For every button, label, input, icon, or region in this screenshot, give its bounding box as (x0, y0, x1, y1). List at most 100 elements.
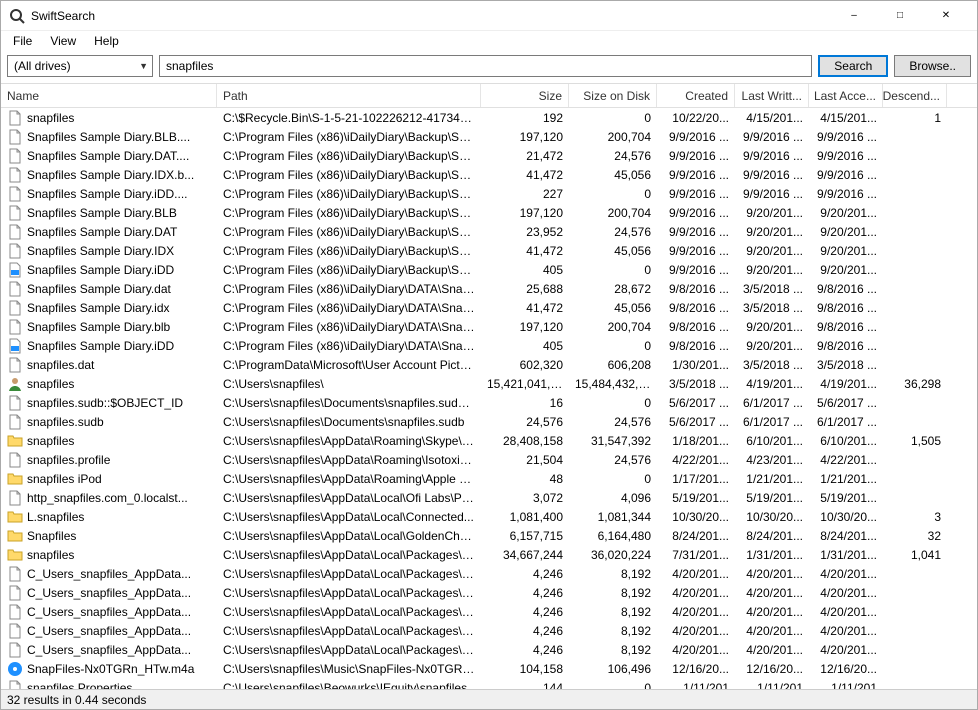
table-row[interactable]: C_Users_snapfiles_AppData...C:\Users\sna… (1, 602, 977, 621)
table-row[interactable]: http_snapfiles.com_0.localst...C:\Users\… (1, 488, 977, 507)
file-icon (7, 604, 23, 620)
table-row[interactable]: Snapfiles Sample Diary.BLBC:\Program Fil… (1, 203, 977, 222)
cell-written: 9/9/2016 ... (735, 149, 809, 163)
idd-icon (7, 262, 23, 278)
cell-accessed: 5/6/2017 ... (809, 396, 883, 410)
table-row[interactable]: Snapfiles Sample Diary.DAT....C:\Program… (1, 146, 977, 165)
table-row[interactable]: snapfiles.sudbC:\Users\snapfiles\Documen… (1, 412, 977, 431)
cell-descendants: 1 (883, 111, 947, 125)
table-row[interactable]: snapfilesC:\Users\snapfiles\15,421,041,4… (1, 374, 977, 393)
cell-created: 9/8/2016 ... (657, 301, 735, 315)
table-row[interactable]: C_Users_snapfiles_AppData...C:\Users\sna… (1, 564, 977, 583)
col-created[interactable]: Created (657, 84, 735, 107)
cell-written: 4/20/201... (735, 605, 809, 619)
cell-size-on-disk: 200,704 (569, 320, 657, 334)
table-row[interactable]: Snapfiles Sample Diary.iDD....C:\Program… (1, 184, 977, 203)
cell-path: C:\Program Files (x86)\iDailyDiary\DATA\… (217, 301, 481, 315)
cell-name: C_Users_snapfiles_AppData... (1, 623, 217, 639)
cell-path: C:\Program Files (x86)\iDailyDiary\Backu… (217, 263, 481, 277)
close-button[interactable]: ✕ (923, 1, 969, 31)
maximize-button[interactable]: □ (877, 1, 923, 31)
table-row[interactable]: C_Users_snapfiles_AppData... C:\Users\sna… (1, 621, 977, 640)
file-name-label: C_Users_snapfiles_AppData... (27, 624, 191, 638)
table-row[interactable]: snapfiles.PropertiesC:\Users\snapfiles\B… (1, 678, 977, 689)
table-row[interactable]: Snapfiles Sample Diary.BLB....C:\Program… (1, 127, 977, 146)
table-row[interactable]: snapfiles.sudb::$OBJECT_IDC:\Users\snapf… (1, 393, 977, 412)
minimize-button[interactable]: – (831, 1, 877, 31)
col-last-written[interactable]: Last Writt... (735, 84, 809, 107)
menu-view[interactable]: View (42, 32, 84, 50)
col-size[interactable]: Size (481, 84, 569, 107)
menu-help[interactable]: Help (86, 32, 127, 50)
folder-icon (7, 471, 23, 487)
table-row[interactable]: C_Users_snapfiles_AppData...C:\Users\sna… (1, 583, 977, 602)
col-path[interactable]: Path (217, 84, 481, 107)
table-row[interactable]: L.snapfilesC:\Users\snapfiles\AppData\Lo… (1, 507, 977, 526)
cell-created: 1/17/201... (657, 472, 735, 486)
cell-accessed: 9/9/2016 ... (809, 149, 883, 163)
grid-body[interactable]: snapfilesC:\$Recycle.Bin\S-1-5-21-102226… (1, 108, 977, 689)
table-row[interactable]: SnapfilesC:\Users\snapfiles\AppData\Loca… (1, 526, 977, 545)
cell-path: C:\Program Files (x86)\iDailyDiary\DATA\… (217, 282, 481, 296)
drive-select[interactable]: (All drives) ▼ (7, 55, 153, 77)
table-row[interactable]: Snapfiles Sample Diary.DATC:\Program Fil… (1, 222, 977, 241)
browse-button[interactable]: Browse.. (894, 55, 971, 77)
table-row[interactable]: snapfiles.profileC:\Users\snapfiles\AppD… (1, 450, 977, 469)
table-row[interactable]: Snapfiles Sample Diary.IDX.b...C:\Progra… (1, 165, 977, 184)
cell-created: 1/18/201... (657, 434, 735, 448)
col-name[interactable]: Name (1, 84, 217, 107)
table-row[interactable]: Snapfiles Sample Diary.iDD C:\Program Fil… (1, 260, 977, 279)
file-name-label: C_Users_snapfiles_AppData... (27, 643, 191, 657)
cell-written: 5/19/201... (735, 491, 809, 505)
cell-accessed: 9/8/2016 ... (809, 282, 883, 296)
cell-size-on-disk: 15,484,432,384 (569, 377, 657, 391)
table-row[interactable]: snapfiles.datC:\ProgramData\Microsoft\Us… (1, 355, 977, 374)
file-name-label: Snapfiles Sample Diary.iDD (27, 263, 174, 277)
cell-name: Snapfiles Sample Diary.idx (1, 300, 217, 316)
table-row[interactable]: C_Users_snapfiles_AppData...C:\Users\sna… (1, 640, 977, 659)
cell-name: Snapfiles Sample Diary.DAT (1, 224, 217, 240)
user-icon (7, 376, 23, 392)
cell-size-on-disk: 8,192 (569, 624, 657, 638)
table-row[interactable]: Snapfiles Sample Diary.datC:\Program Fil… (1, 279, 977, 298)
file-icon (7, 566, 23, 582)
cell-created: 5/6/2017 ... (657, 415, 735, 429)
table-row[interactable]: Snapfiles Sample Diary.blbC:\Program Fil… (1, 317, 977, 336)
cell-path: C:\Users\snapfiles\AppData\Roaming\Apple… (217, 472, 481, 486)
table-row[interactable]: SnapFiles-Nx0TGRn_HTw.m4aC:\Users\snapfi… (1, 659, 977, 678)
cell-name: C_Users_snapfiles_AppData... (1, 585, 217, 601)
col-descendants[interactable]: Descend... (883, 84, 947, 107)
table-row[interactable]: Snapfiles Sample Diary.IDXC:\Program Fil… (1, 241, 977, 260)
cell-size-on-disk: 8,192 (569, 586, 657, 600)
cell-written: 9/9/2016 ... (735, 187, 809, 201)
table-row[interactable]: snapfilesC:\Users\snapfiles\AppData\Roam… (1, 431, 977, 450)
file-name-label: Snapfiles Sample Diary.DAT (27, 225, 177, 239)
cell-descendants: 1,041 (883, 548, 947, 562)
cell-size: 1,081,400 (481, 510, 569, 524)
cell-written: 8/24/201... (735, 529, 809, 543)
table-row[interactable]: Snapfiles Sample Diary.idxC:\Program Fil… (1, 298, 977, 317)
table-row[interactable]: snapfilesC:\$Recycle.Bin\S-1-5-21-102226… (1, 108, 977, 127)
cell-created: 7/31/201... (657, 548, 735, 562)
search-button[interactable]: Search (818, 55, 888, 77)
cell-path: C:\Users\snapfiles\AppData\Local\Package… (217, 624, 481, 638)
col-size-on-disk[interactable]: Size on Disk (569, 84, 657, 107)
cell-size: 15,421,041,458 (481, 377, 569, 391)
table-row[interactable]: snapfiles iPodC:\Users\snapfiles\AppData… (1, 469, 977, 488)
cell-size-on-disk: 6,164,480 (569, 529, 657, 543)
search-input[interactable] (159, 55, 812, 77)
table-row[interactable]: Snapfiles Sample Diary.iDDC:\Program Fil… (1, 336, 977, 355)
menu-file[interactable]: File (5, 32, 40, 50)
results-grid: Name Path Size Size on Disk Created Last… (1, 83, 977, 689)
file-icon (7, 205, 23, 221)
cell-name: snapfiles.sudb (1, 414, 217, 430)
col-last-accessed[interactable]: Last Acce... (809, 84, 883, 107)
file-name-label: http_snapfiles.com_0.localst... (27, 491, 188, 505)
file-icon (7, 642, 23, 658)
cell-name: snapfiles.Properties (1, 680, 217, 690)
table-row[interactable]: snapfilesC:\Users\snapfiles\AppData\Loca… (1, 545, 977, 564)
cell-accessed: 4/15/201... (809, 111, 883, 125)
cell-accessed: 9/20/201... (809, 206, 883, 220)
cell-written: 9/20/201... (735, 225, 809, 239)
cell-created: 9/9/2016 ... (657, 206, 735, 220)
